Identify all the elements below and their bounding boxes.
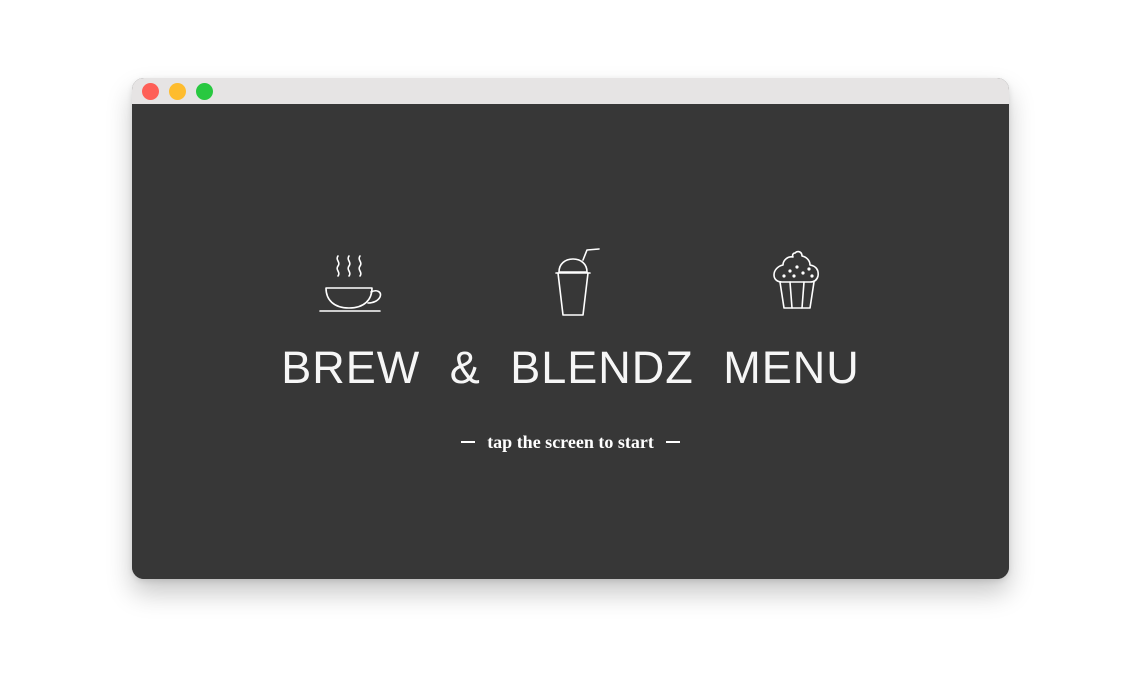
app-window: BREW & BLENDZ MENU tap the screen to sta… bbox=[132, 78, 1009, 579]
cupcake-icon bbox=[772, 249, 824, 311]
maximize-window-button[interactable] bbox=[196, 83, 213, 100]
right-dash bbox=[665, 440, 680, 443]
title-bar bbox=[132, 78, 1009, 104]
menu-title: BREW & BLENDZ MENU bbox=[281, 342, 860, 393]
left-dash bbox=[461, 440, 476, 443]
close-window-button[interactable] bbox=[142, 83, 159, 100]
minimize-window-button[interactable] bbox=[169, 83, 186, 100]
start-hint-text: tap the screen to start bbox=[487, 432, 654, 452]
start-screen[interactable]: BREW & BLENDZ MENU tap the screen to sta… bbox=[132, 104, 1009, 579]
start-hint: tap the screen to start bbox=[132, 432, 1009, 453]
coffee-cup-icon bbox=[318, 252, 384, 316]
smoothie-cup-icon bbox=[555, 248, 605, 318]
